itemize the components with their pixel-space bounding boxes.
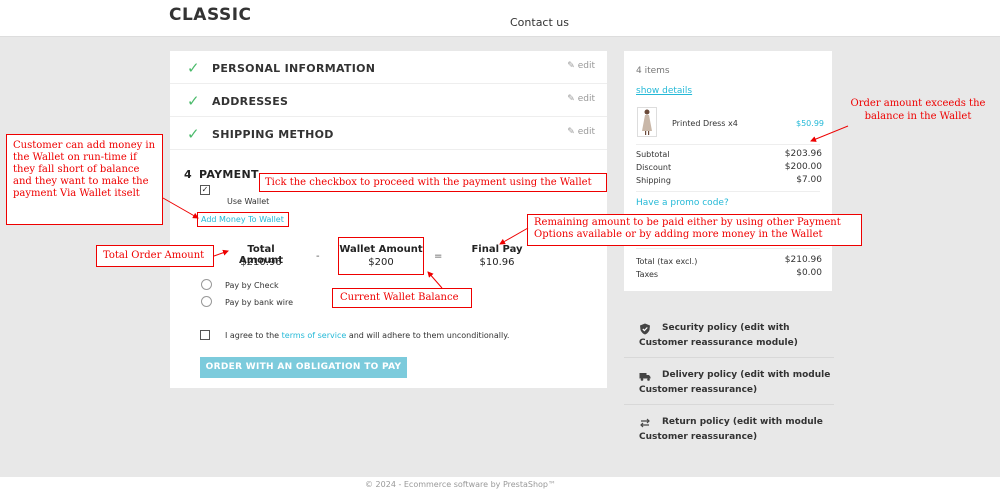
arrow-wallet-balance [427, 271, 443, 289]
arrow-exceeds [810, 125, 849, 142]
arrow-add-money [162, 197, 199, 219]
arrow-total-order [213, 249, 229, 257]
annotation-arrows [162, 125, 849, 289]
arrow-remaining [499, 227, 529, 245]
